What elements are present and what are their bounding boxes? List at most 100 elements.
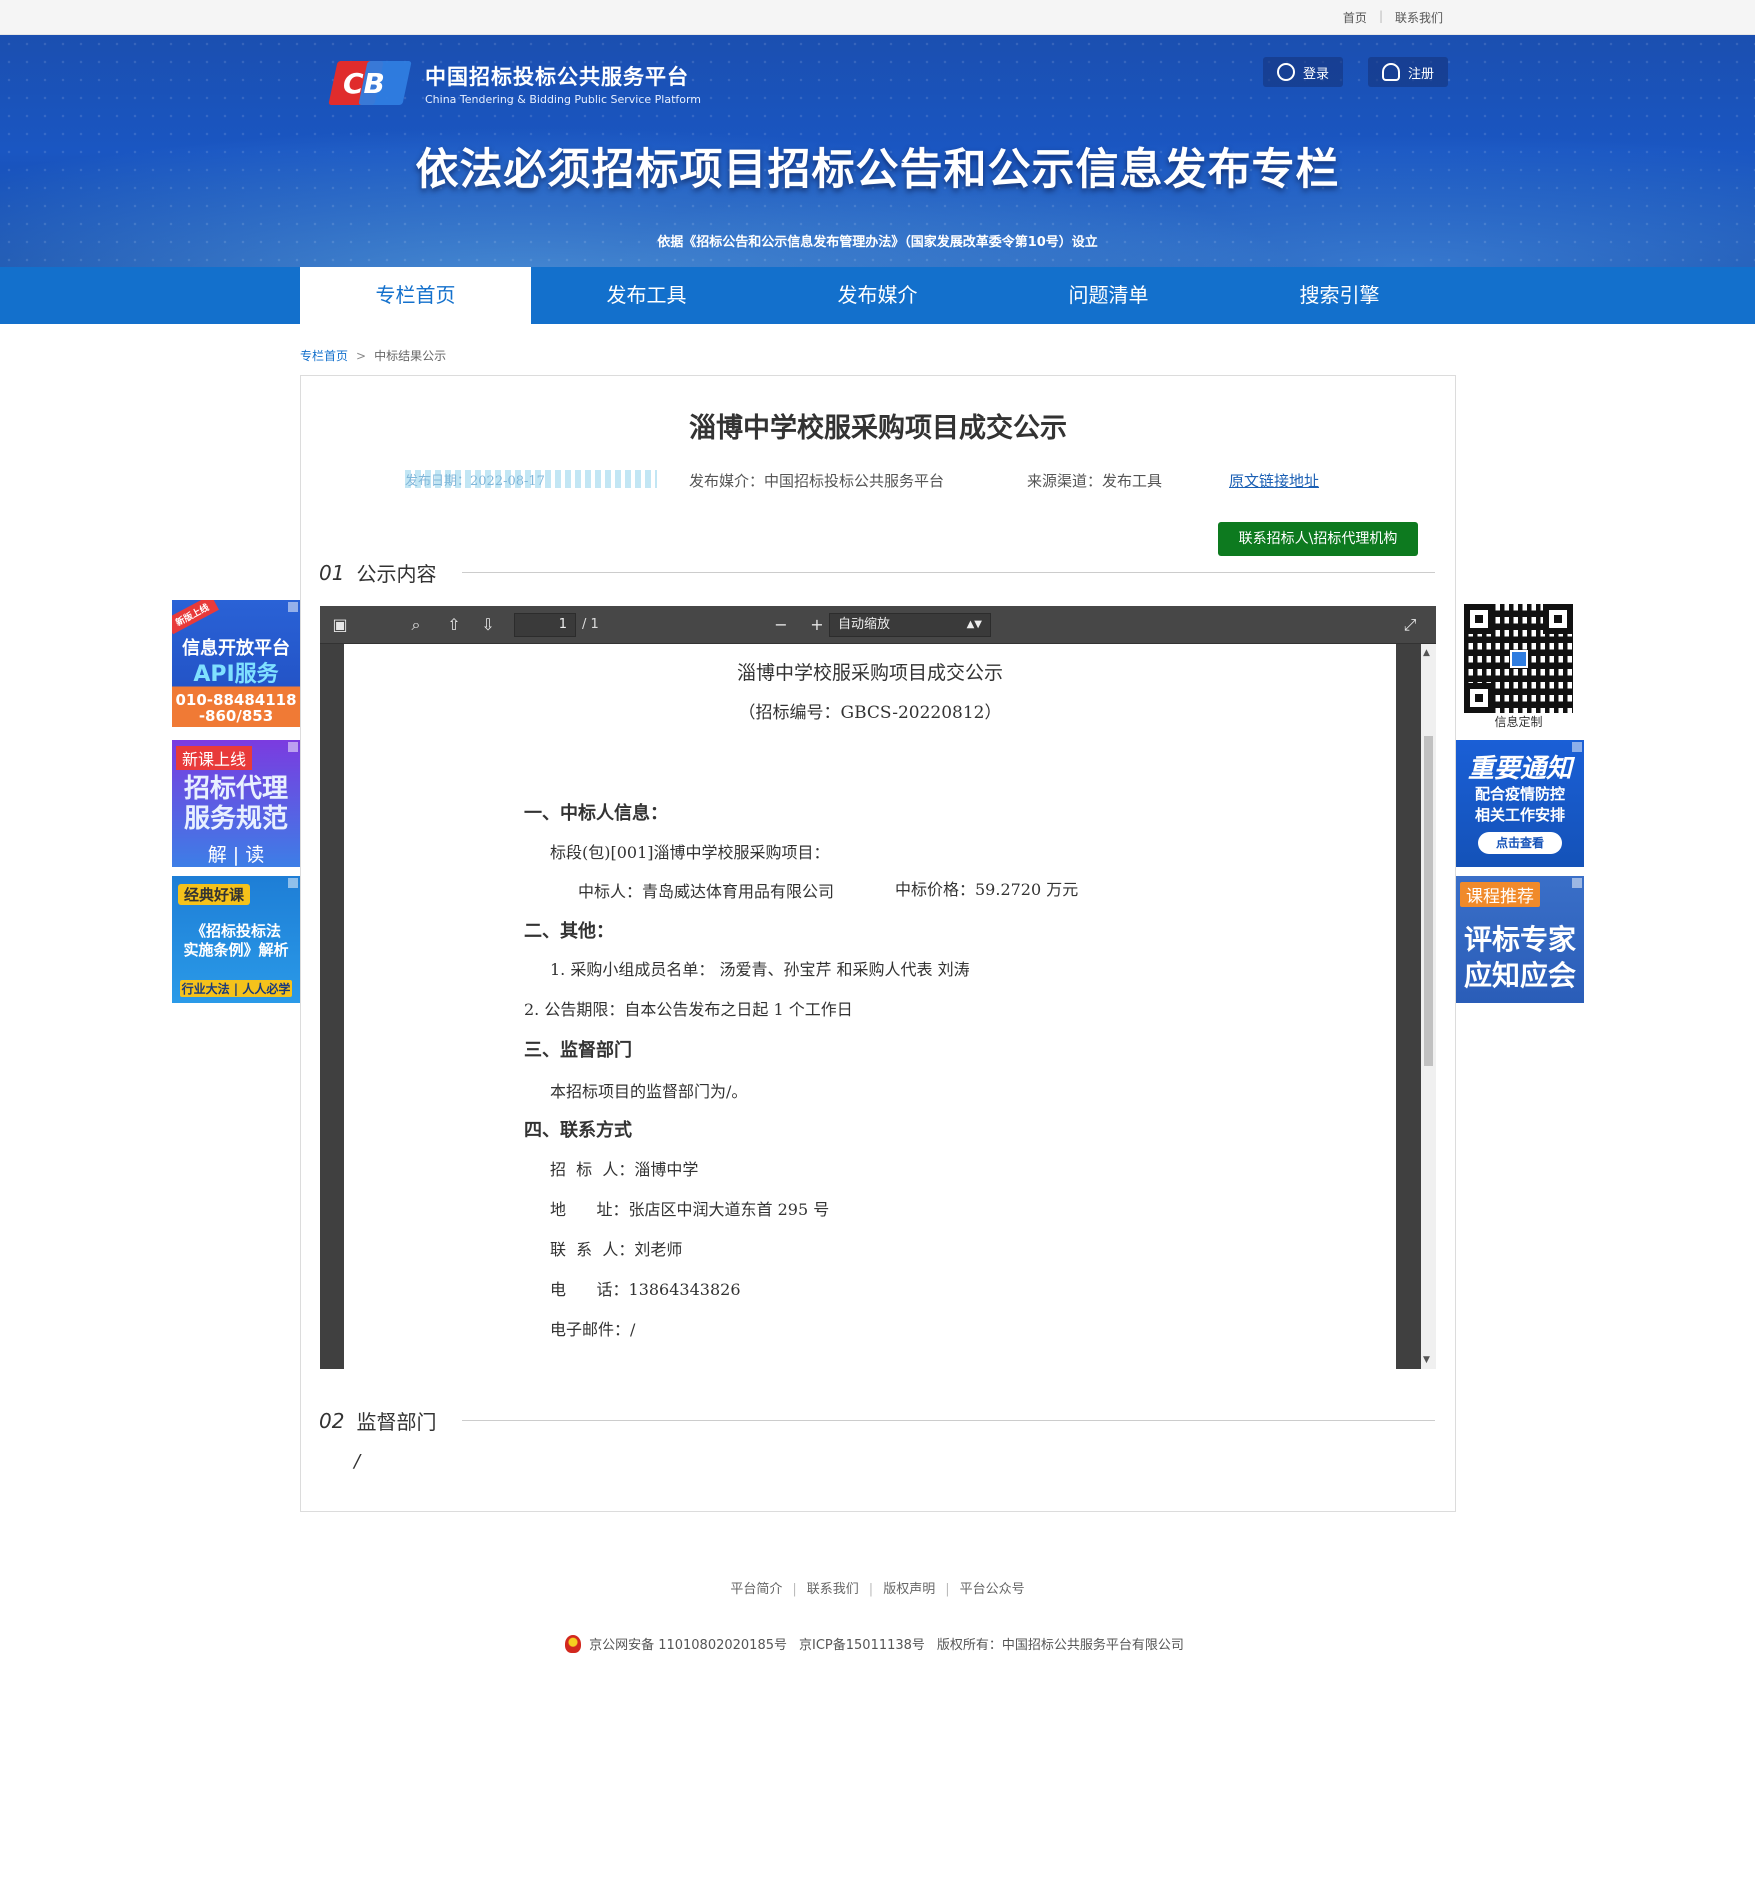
top-links: 首页 | 联系我们 [1331, 9, 1455, 26]
header-banner: CB 中国招标投标公共服务平台 China Tendering & Biddin… [0, 35, 1755, 267]
footer-separator: | [945, 1582, 950, 1597]
fullscreen-icon[interactable]: ⤢ [1400, 615, 1420, 635]
pdf-toolbar: ▣ ⌕ ⇧ ⇩ 1 / 1 − + 自动缩放 ▲▼ ⤢ [320, 606, 1436, 644]
ad-view-button[interactable]: 点击查看 [1478, 832, 1562, 854]
doc-heading: 三、监督部门 [524, 1040, 632, 1061]
zoom-select[interactable]: 自动缩放 ▲▼ [829, 613, 991, 637]
breadcrumb: 专栏首页 > 中标结果公示 [300, 347, 446, 364]
doc-paragraph: 电子邮件：/ [550, 1320, 636, 1339]
police-record[interactable]: 京公网安备 11010802020185号 [589, 1638, 787, 1653]
section-number: 02 [319, 1408, 345, 1433]
icp-record[interactable]: 京ICP备15011138号 [799, 1638, 925, 1653]
chevron-updown-icon: ▲▼ [966, 619, 982, 630]
publish-media: 发布媒介：中国招标投标公共服务平台 [689, 472, 945, 490]
footer-link-wechat[interactable]: 平台公众号 [950, 1582, 1035, 1597]
qr-code-icon [1460, 600, 1577, 717]
supervision-value: / [354, 1451, 361, 1472]
breadcrumb-home[interactable]: 专栏首页 [300, 349, 348, 363]
logo-cn: 中国招标投标公共服务平台 [425, 64, 689, 89]
login-label: 登录 [1303, 66, 1330, 82]
original-link[interactable]: 原文链接地址 [1229, 470, 1319, 491]
nav-item-publish-tool[interactable]: 发布工具 [531, 267, 762, 324]
section-divider [462, 572, 1435, 573]
copyright-text: 版权所有：中国招标公共服务平台有限公司 [936, 1638, 1184, 1653]
section-header: 02 监督部门 [319, 1406, 1435, 1435]
logo-en: China Tendering & Bidding Public Service… [425, 92, 702, 106]
doc-paragraph: 中标人：青岛威达体育用品有限公司 [578, 882, 835, 901]
scrollbar-thumb[interactable] [1424, 736, 1433, 1066]
doc-paragraph: 2. 公告期限：自本公告发布之日起 1 个工作日 [524, 1000, 853, 1019]
main-nav: 专栏首页 发布工具 发布媒介 问题清单 搜索引擎 [0, 267, 1755, 324]
register-label: 注册 [1408, 66, 1435, 82]
top-link-contact[interactable]: 联系我们 [1383, 9, 1455, 26]
site-logo[interactable]: CB 中国招标投标公共服务平台 China Tendering & Biddin… [328, 57, 702, 109]
police-badge-icon [565, 1635, 582, 1653]
ad-tag: 新版上线 [172, 600, 219, 635]
ad-line: 解 | 读 [207, 844, 265, 866]
ad-close-icon[interactable] [288, 878, 298, 888]
banner-basis: 依据《招标公告和公示信息发布管理办法》（国家发展改革委令第10号）设立 [657, 235, 1098, 250]
ad-close-icon[interactable] [288, 742, 298, 752]
zoom-in-icon[interactable]: + [807, 615, 827, 635]
ad-line: 招标代理 服务规范 [183, 774, 288, 834]
ad-classic-course[interactable]: 经典好课 《招标投标法 实施条例》解析 行业大法 | 人人必学 [172, 876, 300, 1003]
login-button[interactable]: 登录 [1263, 57, 1344, 87]
publish-date: 发布日期：2022-08-17 [405, 470, 657, 488]
person-icon [1382, 63, 1400, 81]
ad-tag: 课程推荐 [1460, 882, 1540, 907]
ad-agency-standard[interactable]: 新课上线 招标代理 服务规范 解 | 读 [172, 740, 300, 867]
doc-paragraph: 招 标 人：淄博中学 [550, 1160, 699, 1179]
ad-important-notice[interactable]: 重要通知 配合疫情防控 相关工作安排 点击查看 [1456, 740, 1584, 867]
nav-item-publish-media[interactable]: 发布媒介 [762, 267, 993, 324]
top-link-home[interactable]: 首页 [1331, 9, 1379, 26]
section-number: 01 [319, 560, 345, 585]
doc-heading: 四、联系方式 [524, 1120, 632, 1141]
footer-link-contact[interactable]: 联系我们 [797, 1582, 869, 1597]
user-circle-icon [1277, 63, 1295, 81]
scroll-up-icon[interactable]: ▲ [1423, 648, 1430, 658]
search-icon[interactable]: ⌕ [406, 615, 426, 635]
doc-code: （招标编号：GBCS-20220812） [738, 703, 1002, 723]
ad-line: 评标专家 应知应会 [1463, 923, 1576, 992]
sidebar-toggle-icon[interactable]: ▣ [330, 615, 350, 635]
arrow-up-icon[interactable]: ⇧ [444, 615, 464, 635]
doc-paragraph: 标段(包)[001]淄博中学校服采购项目： [550, 843, 830, 862]
doc-paragraph: 1. 采购小组成员名单： 汤爱青、孙宝芹 和采购人代表 刘涛 [550, 960, 970, 979]
doc-paragraph: 电 话：13864343826 [550, 1280, 741, 1299]
ad-line: 《招标投标法 实施条例》解析 [183, 922, 289, 959]
qr-caption[interactable]: 信息定制 [1460, 713, 1577, 730]
section-header: 01 公示内容 [319, 558, 1435, 587]
contact-button[interactable]: 联系招标人\招标代理机构 [1218, 522, 1418, 556]
ad-line: 重要通知 [1467, 754, 1572, 784]
doc-paragraph: 联 系 人：刘老师 [550, 1240, 683, 1259]
footer-link-about[interactable]: 平台简介 [720, 1582, 792, 1597]
article-container: 淄博中学校服采购项目成交公示 发布日期：2022-08-17 发布媒介：中国招标… [300, 375, 1456, 1512]
ad-tag: 经典好课 [178, 884, 251, 905]
arrow-down-icon[interactable]: ⇩ [478, 615, 498, 635]
zoom-out-icon[interactable]: − [771, 615, 791, 635]
footer-links: 平台简介 | 联系我们 | 版权声明 | 平台公众号 [0, 1578, 1755, 1597]
ad-api-service[interactable]: 新版上线 信息开放平台 API服务 010-88484118 -860/853 [172, 600, 300, 727]
article-title: 淄博中学校服采购项目成交公示 [689, 413, 1067, 444]
ad-close-icon[interactable] [288, 602, 298, 612]
nav-item-search-engine[interactable]: 搜索引擎 [1224, 267, 1455, 324]
scroll-down-icon[interactable]: ▼ [1423, 1355, 1430, 1365]
page-number-input[interactable]: 1 [514, 613, 576, 637]
doc-paragraph: 地 址：张店区中润大道东首 295 号 [550, 1200, 830, 1219]
nav-item-faq[interactable]: 问题清单 [993, 267, 1224, 324]
nav-item-home[interactable]: 专栏首页 [300, 267, 531, 324]
register-button[interactable]: 注册 [1368, 57, 1449, 87]
section-name: 监督部门 [356, 1410, 437, 1434]
ad-course-recommend[interactable]: 课程推荐 评标专家 应知应会 [1456, 876, 1584, 1003]
zoom-value: 自动缩放 [838, 617, 891, 632]
ad-line: 配合疫情防控 相关工作安排 [1474, 785, 1565, 824]
section-divider [462, 1420, 1435, 1421]
pdf-viewer: ▣ ⌕ ⇧ ⇩ 1 / 1 − + 自动缩放 ▲▼ ⤢ 淄博中学校服采购项目成交… [320, 606, 1436, 1369]
ad-tag: 新课上线 [176, 746, 253, 770]
doc-paragraph: 本招标项目的监督部门为/。 [550, 1082, 748, 1101]
ad-close-icon[interactable] [1572, 878, 1582, 888]
source-channel: 来源渠道：发布工具 [1027, 472, 1163, 490]
pdf-scrollbar[interactable]: ▲ ▼ [1421, 644, 1436, 1369]
footer-copyright: 京公网安备 11010802020185号 京ICP备15011138号 版权所有：… [0, 1634, 1755, 1653]
footer-link-copyright[interactable]: 版权声明 [873, 1582, 945, 1597]
